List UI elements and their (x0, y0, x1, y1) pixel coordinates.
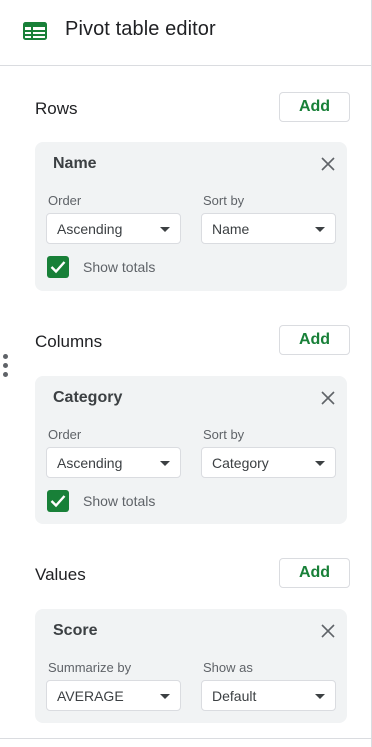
rows-field-card: Name Order Sort by Ascending Name Show t… (35, 142, 347, 291)
close-icon[interactable] (321, 624, 335, 638)
show-totals-row: Show totals (47, 256, 247, 278)
values-field-card: Score Summarize by Show as AVERAGE Defau… (35, 609, 347, 723)
columns-add-button[interactable]: Add (279, 325, 350, 355)
close-icon[interactable] (321, 391, 335, 405)
order-dropdown[interactable]: Ascending (46, 447, 181, 478)
sort-by-label: Sort by (203, 427, 245, 442)
sort-by-dropdown[interactable]: Name (201, 213, 336, 244)
rows-field-name: Name (53, 155, 97, 172)
chevron-down-icon (160, 694, 170, 699)
rows-add-button[interactable]: Add (279, 92, 350, 122)
columns-field-card: Category Order Sort by Ascending Categor… (35, 376, 347, 524)
chevron-down-icon (315, 461, 325, 466)
spreadsheet-icon (23, 22, 47, 40)
sort-by-value: Name (212, 221, 250, 237)
values-section-title: Values (35, 565, 86, 584)
values-field-name: Score (53, 622, 98, 639)
show-totals-checkbox[interactable] (47, 256, 69, 278)
summarize-by-value: AVERAGE (57, 688, 124, 704)
show-as-label: Show as (203, 660, 253, 675)
columns-section-title: Columns (35, 332, 103, 351)
order-label: Order (48, 427, 82, 442)
show-totals-checkbox[interactable] (47, 490, 69, 512)
chevron-down-icon (315, 227, 325, 232)
order-value: Ascending (57, 221, 123, 237)
chevron-down-icon (160, 227, 170, 232)
summarize-by-label: Summarize by (48, 660, 132, 675)
bottom-divider (0, 738, 372, 739)
order-value: Ascending (57, 455, 123, 471)
sort-by-value: Category (212, 455, 269, 471)
editor-title: Pivot table editor (65, 18, 216, 40)
sort-by-label: Sort by (203, 193, 245, 208)
sort-by-dropdown[interactable]: Category (201, 447, 336, 478)
close-icon[interactable] (321, 157, 335, 171)
show-as-value: Default (212, 688, 257, 704)
order-label: Order (48, 193, 82, 208)
show-totals-row: Show totals (47, 490, 247, 512)
show-as-dropdown[interactable]: Default (201, 680, 336, 711)
editor-header: Pivot table editor (0, 0, 372, 66)
order-dropdown[interactable]: Ascending (46, 213, 181, 244)
summarize-by-dropdown[interactable]: AVERAGE (46, 680, 181, 711)
chevron-down-icon (315, 694, 325, 699)
values-add-button[interactable]: Add (279, 558, 350, 588)
drag-handle-icon[interactable] (3, 354, 9, 380)
show-totals-label: Show totals (83, 259, 156, 275)
rows-section-title: Rows (35, 99, 78, 118)
show-totals-label: Show totals (83, 493, 156, 509)
columns-field-name: Category (53, 389, 123, 406)
pivot-table-editor-panel: Pivot table editor Rows Add Name Order S… (0, 0, 372, 747)
chevron-down-icon (160, 461, 170, 466)
